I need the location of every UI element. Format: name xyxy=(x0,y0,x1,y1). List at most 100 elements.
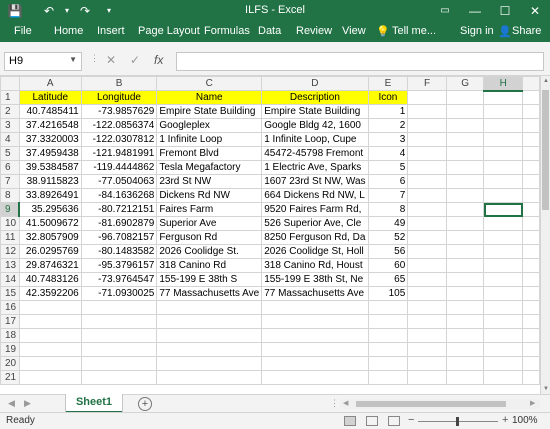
cell-c9[interactable]: Faires Farm xyxy=(156,202,263,217)
row-header[interactable]: 1 xyxy=(0,90,20,105)
cell-b20[interactable] xyxy=(80,356,158,371)
row-header[interactable]: 17 xyxy=(0,314,20,329)
cell-h1[interactable] xyxy=(483,90,524,105)
row-header[interactable]: 2 xyxy=(0,104,20,119)
cell-g5[interactable] xyxy=(445,146,485,161)
cell-e6[interactable]: 5 xyxy=(367,160,409,175)
cell-f15[interactable] xyxy=(407,286,447,301)
cell-g19[interactable] xyxy=(445,342,485,357)
cell-overflow[interactable] xyxy=(522,90,540,105)
tab-page-layout[interactable]: Page Layout xyxy=(138,25,200,37)
cell-d11[interactable]: 8250 Ferguson Rd, Da xyxy=(261,230,369,245)
cell-h6[interactable] xyxy=(483,160,524,175)
scroll-up-icon[interactable]: ▲ xyxy=(541,78,550,84)
column-header-overflow[interactable] xyxy=(522,76,540,91)
cell-g6[interactable] xyxy=(445,160,485,175)
cell-f3[interactable] xyxy=(407,118,447,133)
row-header[interactable]: 16 xyxy=(0,300,20,315)
maximize-button[interactable]: ☐ xyxy=(490,0,520,22)
cell-f21[interactable] xyxy=(407,370,447,385)
cell-h18[interactable] xyxy=(483,328,524,343)
cell-c8[interactable]: Dickens Rd NW xyxy=(156,188,263,203)
cell-d7[interactable]: 1607 23rd St NW, Was xyxy=(261,174,369,189)
cell-e12[interactable]: 56 xyxy=(367,244,409,259)
cell-g8[interactable] xyxy=(445,188,485,203)
cell-c18[interactable] xyxy=(156,328,263,343)
cell-d3[interactable]: Google Bldg 42, 1600 xyxy=(261,118,369,133)
cell-e17[interactable] xyxy=(367,314,409,329)
cell-overflow[interactable] xyxy=(522,230,540,245)
cell-d5[interactable]: 45472-45798 Fremont xyxy=(261,146,369,161)
normal-view-icon[interactable] xyxy=(344,416,356,426)
share-button[interactable]: Share xyxy=(512,25,541,37)
cell-d13[interactable]: 318 Canino Rd, Houst xyxy=(261,258,369,273)
cell-overflow[interactable] xyxy=(522,328,540,343)
cell-b3[interactable]: -122.0856374 xyxy=(80,118,158,133)
cell-f14[interactable] xyxy=(407,272,447,287)
cell-d18[interactable] xyxy=(261,328,369,343)
cell-d12[interactable]: 2026 Coolidge St, Holl xyxy=(261,244,369,259)
cell-b19[interactable] xyxy=(80,342,158,357)
cell-d14[interactable]: 155-199 E 38th St, Ne xyxy=(261,272,369,287)
cell-f10[interactable] xyxy=(407,216,447,231)
cell-e2[interactable]: 1 xyxy=(367,104,409,119)
name-box[interactable]: H9 ▼ xyxy=(4,52,82,71)
row-header[interactable]: 20 xyxy=(0,356,20,371)
cell-overflow[interactable] xyxy=(522,188,540,203)
cell-h7[interactable] xyxy=(483,174,524,189)
cell-e1[interactable]: Icon xyxy=(367,90,409,105)
row-header[interactable]: 8 xyxy=(0,188,20,203)
cell-h15[interactable] xyxy=(483,286,524,301)
cell-g4[interactable] xyxy=(445,132,485,147)
row-header[interactable]: 7 xyxy=(0,174,20,189)
column-header-b[interactable]: B xyxy=(80,76,158,91)
cell-overflow[interactable] xyxy=(522,356,540,371)
select-all-corner[interactable] xyxy=(0,76,20,91)
sheet-tab-sheet1[interactable]: Sheet1 xyxy=(66,394,122,413)
row-header[interactable]: 10 xyxy=(0,216,20,231)
cell-a10[interactable]: 41.5009672 xyxy=(18,216,82,231)
cell-g1[interactable] xyxy=(445,90,485,105)
cell-b12[interactable]: -80.1483582 xyxy=(80,244,158,259)
cell-g18[interactable] xyxy=(445,328,485,343)
tab-file[interactable]: File xyxy=(14,25,32,37)
cell-overflow[interactable] xyxy=(522,118,540,133)
column-header-f[interactable]: F xyxy=(407,76,447,91)
row-header[interactable]: 21 xyxy=(0,370,20,385)
tab-formulas[interactable]: Formulas xyxy=(204,25,250,37)
row-header[interactable]: 5 xyxy=(0,146,20,161)
cell-c11[interactable]: Ferguson Rd xyxy=(156,230,263,245)
cell-a17[interactable] xyxy=(18,314,82,329)
cell-a11[interactable]: 32.8057909 xyxy=(18,230,82,245)
cell-e4[interactable]: 3 xyxy=(367,132,409,147)
cell-h16[interactable] xyxy=(483,300,524,315)
cell-a1[interactable]: Latitude xyxy=(18,90,82,105)
cell-d15[interactable]: 77 Massachusetts Ave xyxy=(261,286,369,301)
column-header-a[interactable]: A xyxy=(18,76,82,91)
cell-a15[interactable]: 42.3592206 xyxy=(18,286,82,301)
cell-g12[interactable] xyxy=(445,244,485,259)
worksheet-grid[interactable]: A B C D E F G H 1 Latitude Longitude Name De… xyxy=(0,76,540,394)
cell-d16[interactable] xyxy=(261,300,369,315)
row-header[interactable]: 12 xyxy=(0,244,20,259)
cell-d9[interactable]: 9520 Faires Farm Rd, xyxy=(261,202,369,217)
row-header[interactable]: 11 xyxy=(0,230,20,245)
cell-a21[interactable] xyxy=(18,370,82,385)
cell-c14[interactable]: 155-199 E 38th S xyxy=(156,272,263,287)
cell-e8[interactable]: 7 xyxy=(367,188,409,203)
cell-h4[interactable] xyxy=(483,132,524,147)
cell-overflow[interactable] xyxy=(522,174,540,189)
tell-me-box[interactable]: Tell me... xyxy=(392,25,436,37)
cell-b15[interactable]: -71.0930025 xyxy=(80,286,158,301)
cell-overflow[interactable] xyxy=(522,258,540,273)
cell-d20[interactable] xyxy=(261,356,369,371)
cell-b9[interactable]: -80.7212151 xyxy=(80,202,158,217)
cell-d2[interactable]: Empire State Building xyxy=(261,104,369,119)
cell-f18[interactable] xyxy=(407,328,447,343)
cell-a3[interactable]: 37.4216548 xyxy=(18,118,82,133)
cell-overflow[interactable] xyxy=(522,272,540,287)
zoom-slider[interactable] xyxy=(418,417,498,426)
cell-e3[interactable]: 2 xyxy=(367,118,409,133)
cell-e16[interactable] xyxy=(367,300,409,315)
chevron-down-icon[interactable]: ▼ xyxy=(69,55,77,64)
